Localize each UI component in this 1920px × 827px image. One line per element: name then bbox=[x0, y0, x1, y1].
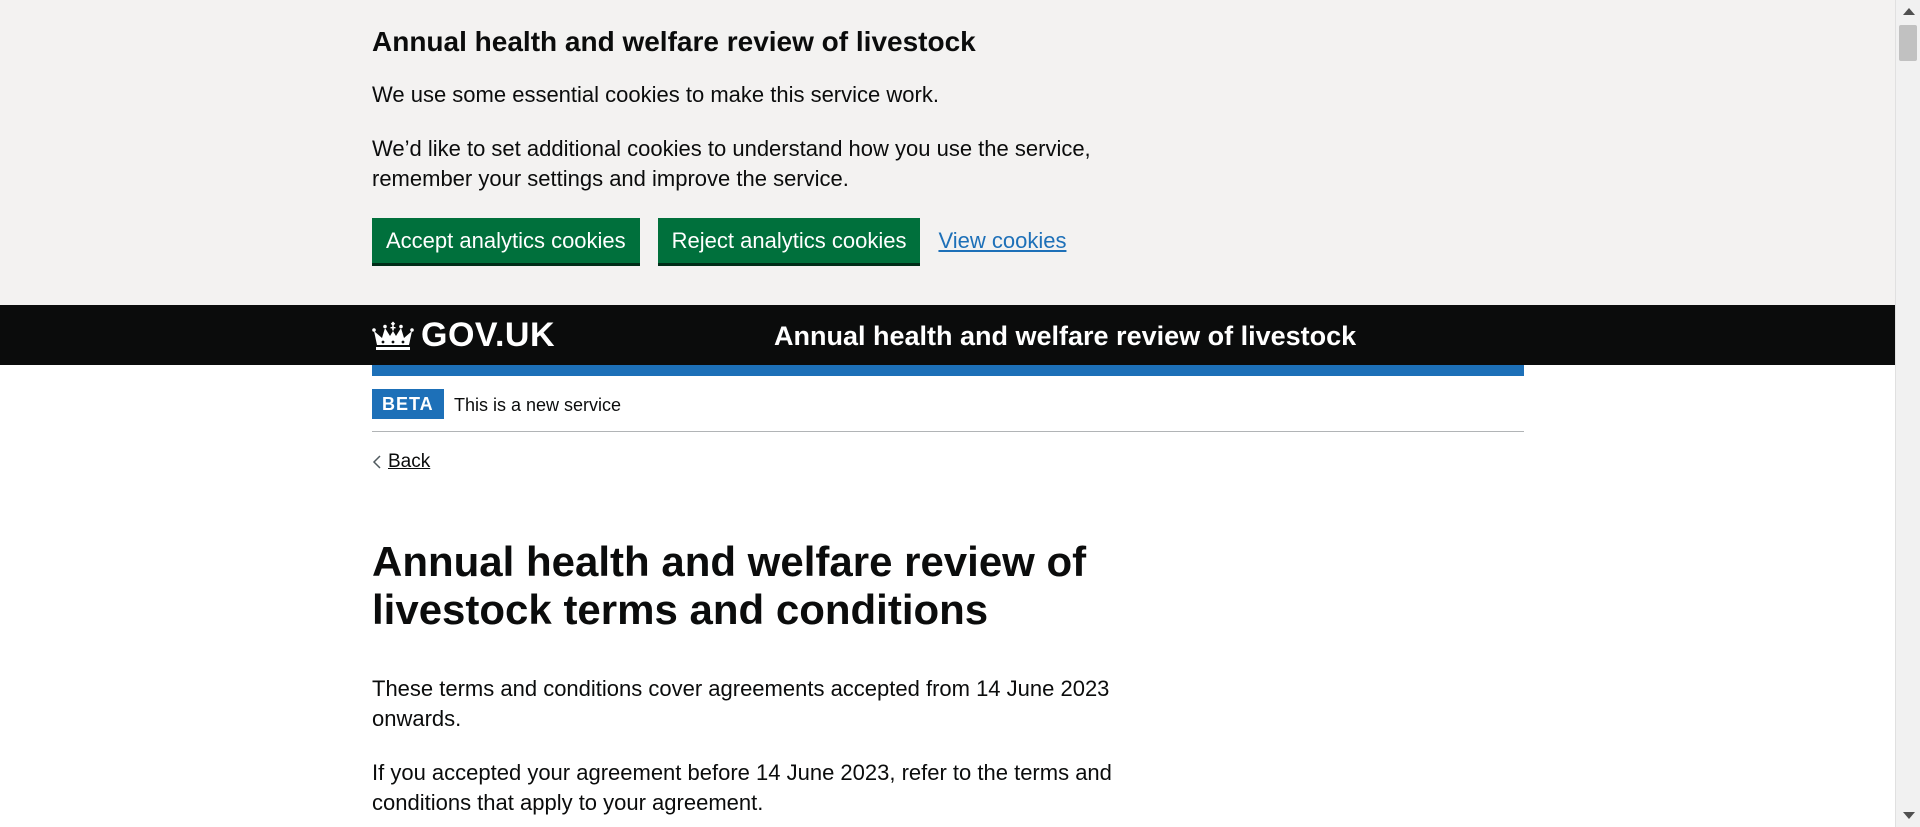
vertical-scrollbar[interactable] bbox=[1895, 0, 1920, 827]
scrollbar-thumb[interactable] bbox=[1899, 25, 1917, 61]
back-link-label: Back bbox=[388, 451, 431, 472]
header-blue-bar bbox=[372, 365, 1524, 376]
back-link[interactable]: Back bbox=[372, 451, 430, 473]
reject-analytics-cookies-button[interactable]: Reject analytics cookies bbox=[657, 218, 921, 263]
crown-icon bbox=[372, 321, 414, 350]
cookie-banner-text-essential: We use some essential cookies to make th… bbox=[372, 82, 939, 107]
scroll-down-arrow-icon[interactable] bbox=[1903, 812, 1915, 819]
earlier-agreement-paragraph: If you accepted your agreement before 14… bbox=[372, 760, 1112, 815]
scroll-up-arrow-icon[interactable] bbox=[1903, 8, 1915, 15]
page: Annual health and welfare review of live… bbox=[0, 0, 1920, 827]
phase-banner-text: This is a new service bbox=[454, 395, 622, 415]
accept-analytics-cookies-button[interactable]: Accept analytics cookies bbox=[372, 218, 640, 263]
chevron-left-icon bbox=[372, 455, 381, 469]
cookie-banner: Annual health and welfare review of live… bbox=[0, 0, 1895, 305]
main-content: Annual health and welfare review of live… bbox=[372, 538, 1132, 818]
cookie-banner-content: Annual health and welfare review of live… bbox=[372, 24, 1132, 263]
view-cookies-link[interactable]: View cookies bbox=[938, 228, 1066, 254]
phase-banner: BETA This is a new service bbox=[372, 376, 1524, 432]
site-header: GOV.UK Annual health and welfare review … bbox=[0, 305, 1895, 365]
beta-tag: BETA bbox=[372, 389, 444, 419]
govuk-logo-link[interactable]: GOV.UK bbox=[372, 317, 555, 353]
cookie-banner-heading: Annual health and welfare review of live… bbox=[372, 26, 976, 57]
service-name-link[interactable]: Annual health and welfare review of live… bbox=[774, 320, 1356, 352]
govuk-logo-text: GOV.UK bbox=[421, 316, 556, 354]
page-title: Annual health and welfare review of live… bbox=[372, 538, 1087, 633]
cookie-banner-actions: Accept analytics cookies Reject analytic… bbox=[372, 218, 1132, 263]
cookie-banner-text-additional: We’d like to set additional cookies to u… bbox=[372, 136, 1091, 191]
intro-paragraph: These terms and conditions cover agreeme… bbox=[372, 676, 1110, 731]
